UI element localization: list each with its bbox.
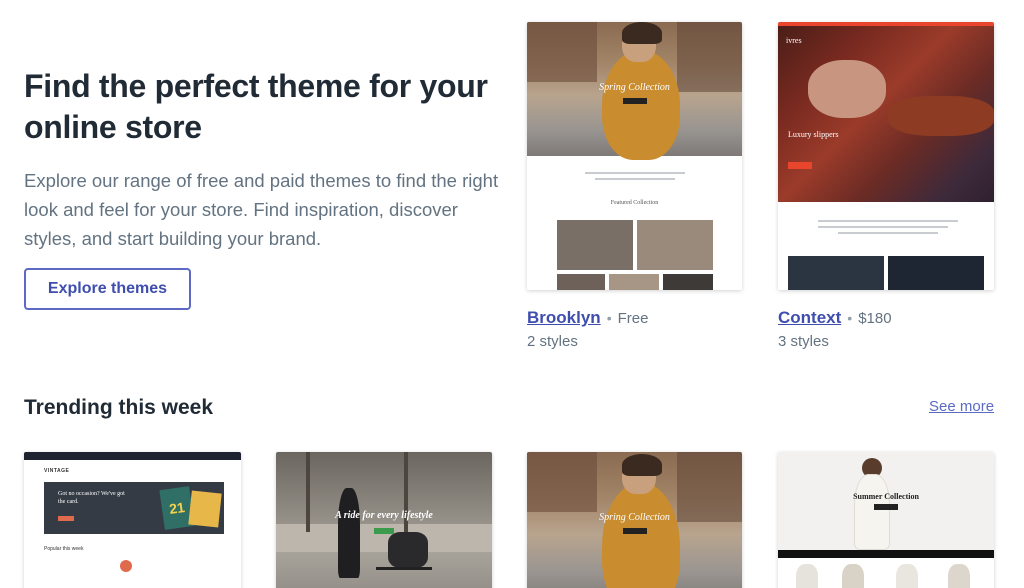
preview-shop-button — [374, 528, 394, 534]
separator-dot: • — [606, 310, 612, 326]
page-title: Find the perfect theme for your online s… — [24, 68, 488, 145]
context-price: $180 — [858, 310, 892, 327]
trending-theme-preview-spring[interactable]: Spring Collection — [527, 452, 742, 588]
spring-preview-heading: Spring Collection — [599, 512, 670, 523]
vintage-hero-banner: Got no occasion? We've got the card. 21 — [44, 482, 224, 534]
explore-themes-button[interactable]: Explore themes — [24, 268, 191, 310]
brooklyn-theme-link[interactable]: Brooklyn — [527, 308, 601, 327]
brooklyn-price: Free — [617, 310, 649, 327]
stroller-preview-heading: A ride for every lifestyle — [335, 510, 433, 521]
context-hero-image: ivres Luxury slippers — [778, 26, 994, 202]
summer-preview-heading: Summer Collection — [853, 492, 919, 501]
context-theme-preview[interactable]: ivres Luxury slippers — [778, 22, 994, 290]
trending-section-title: Trending this week — [24, 396, 214, 419]
trending-theme-preview-stroller[interactable]: A ride for every lifestyle — [276, 452, 492, 588]
hero-description: Explore our range of free and paid theme… — [24, 170, 499, 249]
brooklyn-preview-heading: Spring Collection — [599, 82, 670, 93]
preview-shop-button — [622, 528, 647, 534]
brooklyn-styles-count: 2 styles — [527, 333, 578, 350]
brooklyn-preview-subheading: Featured Collection — [610, 200, 659, 206]
vintage-preview-heading: Got no occasion? We've got the card. — [58, 491, 125, 505]
preview-shop-button — [622, 98, 647, 104]
brooklyn-theme-info: Brooklyn • Free 2 styles — [527, 307, 648, 353]
context-preview-brand: ivres — [786, 36, 802, 45]
context-preview-heading: Luxury slippers — [788, 130, 839, 139]
context-styles-count: 3 styles — [778, 333, 829, 350]
context-theme-info: Context • $180 3 styles — [778, 307, 892, 353]
separator-dot: • — [847, 310, 853, 326]
trending-theme-preview-summer[interactable]: Summer Collection — [778, 452, 994, 588]
context-theme-link[interactable]: Context — [778, 308, 841, 327]
vintage-preview-brand: VINTAGE — [44, 468, 70, 474]
preview-shop-button — [788, 162, 812, 169]
brooklyn-theme-preview[interactable]: Spring Collection Featured Collection — [527, 22, 742, 290]
brooklyn-hero-image: Spring Collection — [527, 22, 742, 160]
vintage-preview-footer: Popular this week — [44, 546, 84, 552]
see-more-link[interactable]: See more — [929, 398, 994, 415]
preview-shop-button — [874, 504, 898, 510]
theme-store-page: Find the perfect theme for your online s… — [0, 0, 1024, 588]
trending-theme-preview-vintage[interactable]: VINTAGE Got no occasion? We've got the c… — [24, 452, 241, 588]
